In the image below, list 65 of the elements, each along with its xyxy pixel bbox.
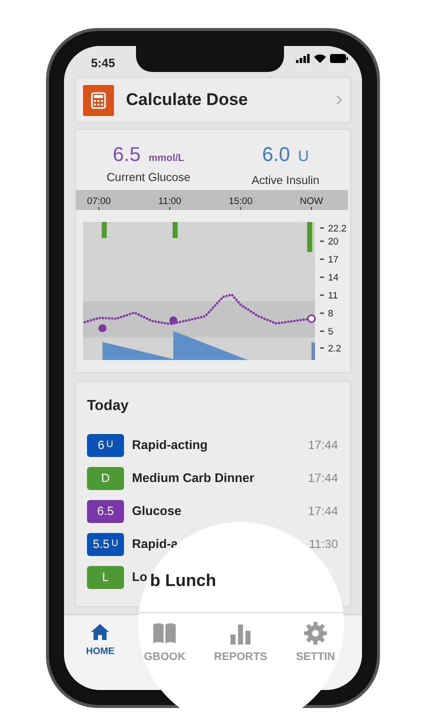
y-tick-label: 22.2 bbox=[328, 224, 346, 234]
signal-icon bbox=[296, 54, 310, 63]
carb-bar bbox=[172, 222, 178, 238]
stat-value: 6.5 bbox=[112, 145, 141, 165]
y-tick-label: 8 bbox=[328, 308, 334, 320]
entry-badge: 5.5 U bbox=[87, 532, 124, 556]
section-title: Today bbox=[87, 397, 130, 416]
entry-time: 11:30 bbox=[308, 536, 338, 554]
card-title: Calculate Dose bbox=[126, 89, 249, 112]
stat-label: Current Glucose bbox=[106, 171, 190, 186]
y-tick-label: 5 bbox=[328, 326, 334, 338]
status-time: 5:45 bbox=[91, 55, 116, 72]
axis-label: 2.2 bbox=[320, 344, 342, 354]
current-reading-marker bbox=[307, 314, 316, 323]
carb-bar bbox=[102, 222, 107, 238]
stat-unit: mmol/L bbox=[148, 152, 184, 166]
carb-bar bbox=[307, 222, 312, 252]
home-icon bbox=[90, 623, 110, 641]
entry-badge: D bbox=[87, 466, 124, 490]
calculator-icon bbox=[83, 84, 114, 116]
book-icon bbox=[152, 622, 178, 644]
nav-tab[interactable]: REPORTS bbox=[214, 622, 268, 665]
chevron-right-icon bbox=[336, 95, 342, 105]
bar-chart-icon bbox=[228, 622, 254, 644]
entry-time: 17:44 bbox=[308, 437, 338, 454]
stat-value: 6.0 bbox=[262, 145, 290, 165]
y-tick-label: 20 bbox=[328, 236, 339, 248]
axis-label: 11 bbox=[320, 290, 338, 302]
axis-label: 07:00 bbox=[87, 196, 111, 207]
entry-badge: L bbox=[87, 566, 124, 589]
entry-time: 17:44 bbox=[308, 503, 338, 520]
nav-tab[interactable]: GBOOK bbox=[144, 622, 186, 665]
y-tick-label: 11 bbox=[328, 290, 338, 302]
y-tick-label: 2.2 bbox=[328, 344, 342, 354]
entry-label: Rapid-acting bbox=[132, 436, 208, 454]
y-tick-label: 17 bbox=[328, 254, 339, 266]
axis-label: 20 bbox=[320, 236, 339, 248]
axis-label: NOW bbox=[300, 196, 324, 207]
axis-label: 22.2 bbox=[320, 224, 346, 234]
entry-label: Rapid-a bbox=[132, 536, 178, 553]
axis-label: 8 bbox=[320, 308, 334, 320]
settings-icon bbox=[303, 622, 328, 644]
entry-label: Medium Carb Dinner bbox=[132, 470, 254, 487]
axis-label: 5 bbox=[320, 326, 334, 338]
entry-label: b Lunch bbox=[150, 570, 216, 592]
calculate-dose-card[interactable]: Calculate Dose bbox=[76, 78, 350, 122]
entry-label: Glucose bbox=[132, 502, 182, 520]
nav-tab[interactable]: HOME bbox=[86, 623, 114, 690]
wifi-icon bbox=[314, 54, 326, 63]
y-tick-label: 14 bbox=[328, 272, 339, 284]
battery-icon bbox=[330, 54, 348, 63]
entry-time: 17:44 bbox=[308, 470, 338, 488]
axis-label: 14 bbox=[320, 272, 339, 284]
reading-dot bbox=[169, 316, 178, 324]
entry-badge: 6.5 bbox=[87, 500, 124, 523]
insulin-area bbox=[311, 342, 315, 360]
reading-dot bbox=[98, 324, 106, 332]
axis-label: 17 bbox=[320, 254, 339, 266]
stat-label: Active Insulin bbox=[252, 174, 320, 188]
stat-unit: U bbox=[298, 147, 309, 167]
axis-label: 11:00 bbox=[158, 196, 182, 207]
entry-label: Lo bbox=[132, 568, 148, 586]
nav-tab[interactable]: SETTIN bbox=[296, 622, 336, 665]
axis-label: 15:00 bbox=[228, 196, 252, 207]
entry-badge: 6 U bbox=[87, 434, 124, 457]
